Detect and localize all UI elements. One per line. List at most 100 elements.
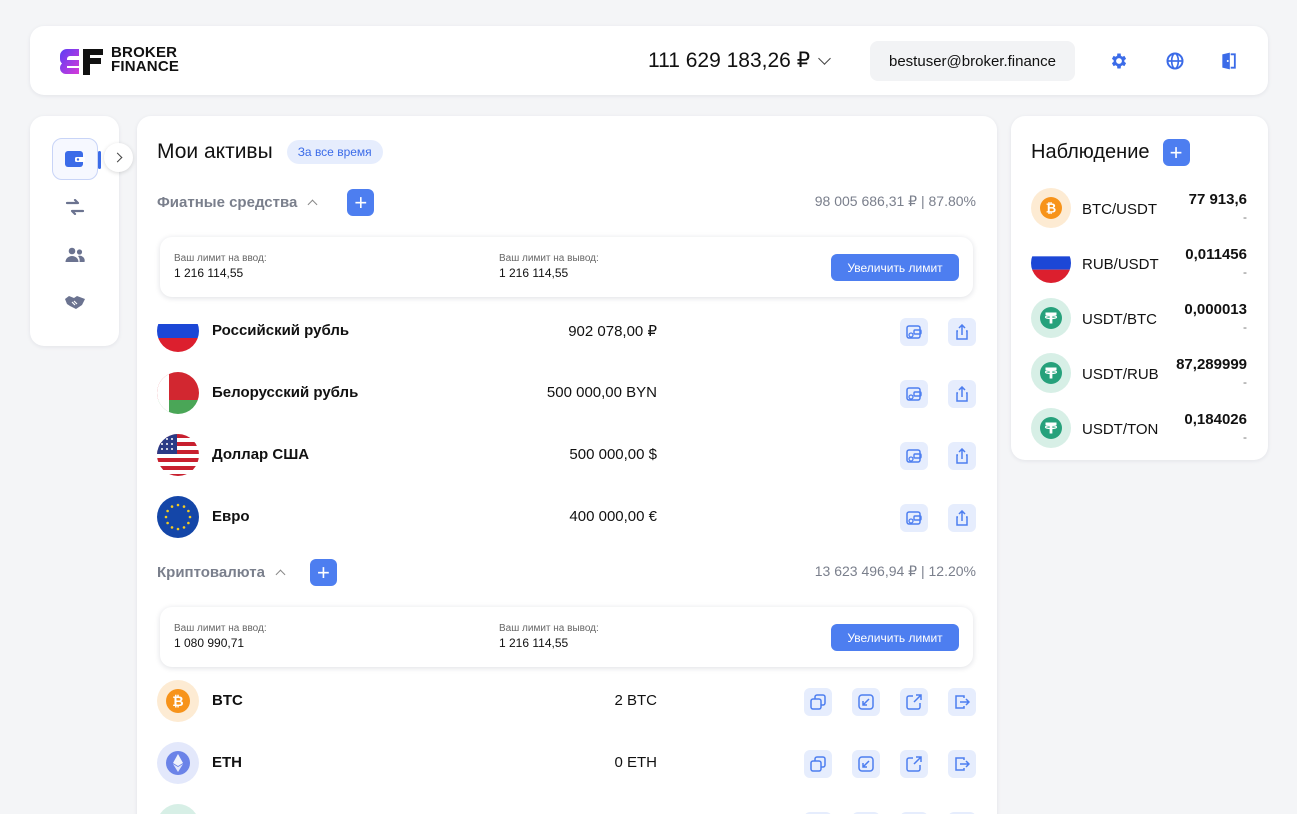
watch-item-btc-usdt[interactable]: ₿ BTC/USDT 77 913,6 - [1031, 188, 1251, 230]
bitcoin-icon: ₿ [157, 680, 199, 722]
add-crypto-button[interactable]: + [309, 559, 337, 586]
withdraw-button[interactable] [948, 504, 976, 532]
external-link-icon [906, 756, 922, 772]
belarus-flag-icon [157, 372, 199, 414]
pair-change: - [1243, 265, 1247, 279]
exchange-icon [65, 199, 85, 215]
receive-button[interactable] [852, 688, 880, 716]
copy-icon [810, 756, 826, 772]
asset-row-btc[interactable]: ₿ BTC 2 BTC [157, 680, 977, 722]
fiat-section-header[interactable]: Фиатные средства + [157, 189, 375, 216]
withdraw-button[interactable] [948, 380, 976, 408]
total-balance-dropdown[interactable]: 111 629 183,26 ₽ [648, 48, 831, 73]
asset-row-byn[interactable]: Белорусский рубль 500 000,00 BYN [157, 372, 977, 414]
wallet-icon [65, 151, 85, 167]
sidebar-item-users[interactable] [52, 234, 98, 276]
pair-change: - [1243, 320, 1247, 334]
settings-button[interactable] [1108, 50, 1130, 72]
crypto-limit-in: Ваш лимит на ввод: 1 080 990,71 [174, 623, 267, 650]
fiat-limit-out: Ваш лимит на вывод: 1 216 114,55 [499, 253, 599, 280]
eu-flag-icon [157, 496, 199, 538]
top-header: BROKER FINANCE 111 629 183,26 ₽ bestuser… [30, 26, 1268, 95]
pair-price: 0,000013 [1184, 301, 1247, 318]
pair-change: - [1243, 430, 1247, 444]
exit-button[interactable] [948, 750, 976, 778]
asset-amount: 2 BTC [614, 692, 657, 709]
copy-button[interactable] [804, 688, 832, 716]
crypto-section-title: Криптовалюта [157, 564, 265, 581]
asset-row-rub[interactable]: Российский рубль 902 078,00 ₽ [157, 310, 977, 352]
page-title: Мои активы [157, 140, 273, 163]
send-button[interactable] [900, 688, 928, 716]
watch-item-usdt-btc[interactable]: USDT/BTC 0,000013 - [1031, 298, 1251, 340]
assets-header: Мои активы За все время [157, 140, 383, 164]
pair-name: BTC/USDT [1082, 201, 1157, 218]
logout-icon [1222, 52, 1236, 70]
period-filter[interactable]: За все время [286, 140, 383, 164]
crypto-limit-out: Ваш лимит на вывод: 1 216 114,55 [499, 623, 599, 650]
send-button[interactable] [900, 750, 928, 778]
deposit-button[interactable] [900, 380, 928, 408]
asset-amount: 500 000,00 BYN [546, 384, 657, 401]
asset-name: ETH [212, 754, 242, 771]
pair-change: - [1243, 210, 1247, 224]
watch-item-usdt-ton[interactable]: USDT/TON 0,184026 - [1031, 408, 1251, 450]
sidebar-item-partners[interactable] [52, 281, 98, 323]
share-icon [956, 448, 968, 464]
asset-name: Доллар США [212, 446, 310, 463]
raise-limit-button[interactable]: Увеличить лимит [831, 254, 959, 281]
pair-name: USDT/TON [1082, 421, 1159, 438]
sidebar-item-exchange[interactable] [52, 186, 98, 228]
limit-in-label: Ваш лимит на ввод: [174, 253, 267, 264]
deposit-button[interactable] [900, 442, 928, 470]
raise-limit-button[interactable]: Увеличить лимит [831, 624, 959, 651]
asset-row-partial[interactable] [157, 804, 977, 814]
crypto-section-header[interactable]: Криптовалюта + [157, 559, 337, 586]
arrow-down-left-icon [858, 756, 874, 772]
deposit-button[interactable] [900, 504, 928, 532]
add-fiat-button[interactable]: + [347, 189, 375, 216]
logo-mark-icon [59, 49, 103, 75]
user-email[interactable]: bestuser@broker.finance [870, 41, 1075, 81]
sidebar-item-wallet[interactable] [52, 138, 101, 180]
tether-icon [157, 804, 199, 814]
logout-button[interactable] [1218, 50, 1240, 72]
globe-icon [1166, 52, 1184, 70]
handshake-icon [65, 296, 85, 309]
exit-button[interactable] [948, 688, 976, 716]
withdraw-button[interactable] [948, 318, 976, 346]
wallet-deposit-icon [906, 387, 922, 401]
asset-amount: 0 ETH [614, 754, 657, 771]
withdraw-button[interactable] [948, 442, 976, 470]
crypto-section-total: 13 623 496,94 ₽ | 12.20% [814, 563, 976, 579]
limit-in-label: Ваш лимит на ввод: [174, 623, 267, 634]
share-icon [956, 510, 968, 526]
ethereum-icon [157, 742, 199, 784]
receive-button[interactable] [852, 750, 880, 778]
pair-price: 0,184026 [1184, 411, 1247, 428]
logo[interactable]: BROKER FINANCE [59, 45, 179, 75]
asset-row-usd[interactable]: Доллар США 500 000,00 $ [157, 434, 977, 476]
watch-item-rub-usdt[interactable]: RUB/USDT 0,011456 - [1031, 243, 1251, 285]
external-link-icon [906, 694, 922, 710]
asset-amount: 400 000,00 € [569, 508, 657, 525]
watchlist-header: Наблюдение + [1031, 139, 1190, 166]
svg-text:₿: ₿ [1046, 202, 1056, 217]
asset-row-eth[interactable]: ETH 0 ETH [157, 742, 977, 784]
tether-icon [1031, 353, 1071, 393]
arrow-down-left-icon [858, 694, 874, 710]
language-button[interactable] [1164, 50, 1186, 72]
wallet-deposit-icon [906, 511, 922, 525]
chevron-down-icon [818, 51, 831, 65]
deposit-button[interactable] [900, 318, 928, 346]
share-icon [956, 386, 968, 402]
asset-row-eur[interactable]: Евро 400 000,00 € [157, 496, 977, 538]
usa-flag-icon [157, 434, 199, 476]
watch-item-usdt-rub[interactable]: USDT/RUB 87,289999 - [1031, 353, 1251, 395]
chevron-up-icon [307, 199, 318, 210]
add-watch-button[interactable]: + [1162, 139, 1190, 166]
total-balance: 111 629 183,26 ₽ [648, 49, 811, 72]
sidebar-expand-button[interactable] [104, 143, 133, 172]
copy-button[interactable] [804, 750, 832, 778]
asset-amount: 902 078,00 ₽ [568, 323, 657, 340]
